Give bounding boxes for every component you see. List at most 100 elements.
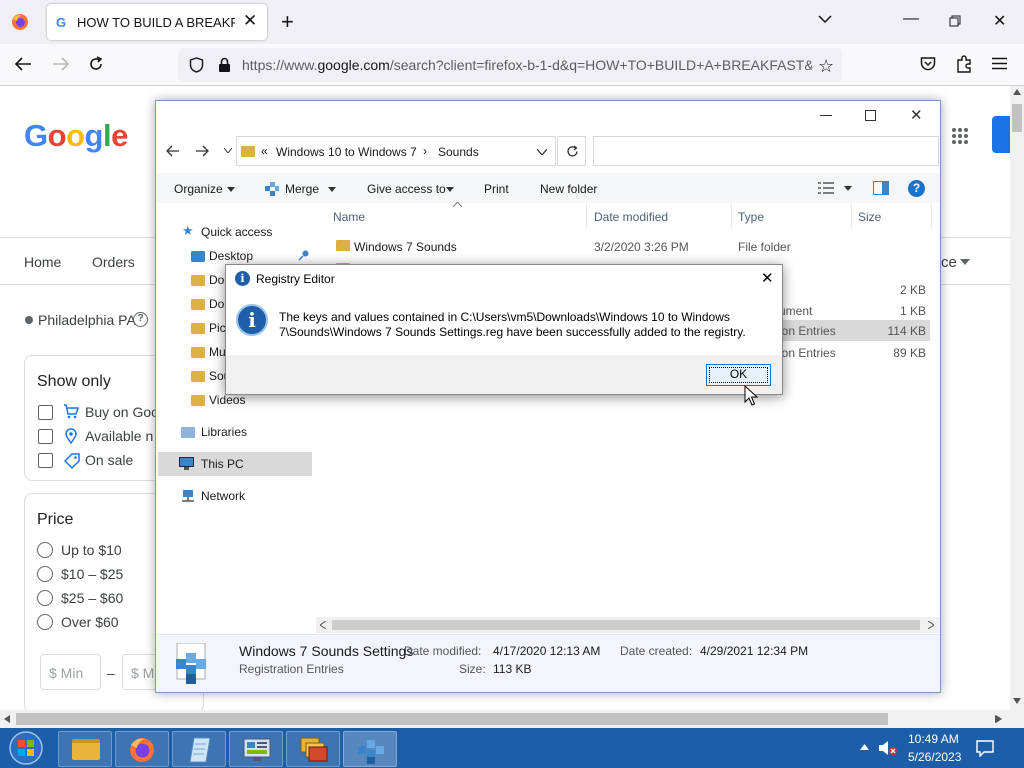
- breadcrumb-windows-10-to-windows-7[interactable]: Windows 10 to Windows 7: [276, 145, 417, 159]
- browser-vertical-scrollbar[interactable]: [1010, 86, 1024, 710]
- bookmark-star-icon[interactable]: ☆: [818, 56, 834, 77]
- google-apps-grid-icon[interactable]: [951, 127, 969, 145]
- show-hidden-icons-arrow-icon[interactable]: [860, 744, 869, 750]
- volume-muted-icon[interactable]: [878, 740, 898, 756]
- browser-restore-icon[interactable]: [949, 15, 961, 27]
- buy-on-google-checkbox[interactable]: [38, 405, 53, 420]
- available-nearby-checkbox[interactable]: [38, 429, 53, 444]
- price-min-input[interactable]: $ Min: [40, 654, 101, 690]
- browser-close-icon[interactable]: ✕: [993, 11, 1006, 31]
- organize-button[interactable]: Organize: [174, 182, 223, 196]
- taskbar-control-panel-button[interactable]: [229, 731, 283, 767]
- url-text[interactable]: https://www.google.com/search?client=fir…: [242, 57, 812, 73]
- taskbar-file-explorer-button[interactable]: [58, 731, 112, 767]
- on-sale-label[interactable]: On sale: [85, 452, 133, 468]
- explorer-back-arrow-icon[interactable]: [166, 145, 180, 157]
- taskbar-notepad-button[interactable]: [172, 731, 226, 767]
- preview-pane-icon[interactable]: [873, 181, 889, 195]
- explorer-refresh-button[interactable]: [557, 136, 586, 166]
- file-list-horizontal-scrollbar[interactable]: [316, 617, 940, 633]
- price-10-25-radio[interactable]: [37, 566, 53, 582]
- help-icon[interactable]: ?: [908, 180, 925, 197]
- browser-horizontal-scrollbar[interactable]: [0, 710, 1010, 728]
- nav-quick-access[interactable]: Quick access: [201, 225, 272, 239]
- buy-on-google-label[interactable]: Buy on Goo: [85, 404, 159, 420]
- merge-registry-icon[interactable]: [264, 181, 280, 197]
- back-arrow-icon[interactable]: [14, 56, 32, 72]
- list-all-tabs-chevron-icon[interactable]: [818, 14, 832, 24]
- merge-caret-icon[interactable]: [328, 187, 336, 192]
- price-25-60-radio[interactable]: [37, 590, 53, 606]
- recent-locations-chevron-icon[interactable]: [224, 148, 232, 153]
- firefox-logo-icon[interactable]: [11, 13, 29, 31]
- breadcrumb-overflow[interactable]: «: [261, 144, 268, 158]
- pocket-icon[interactable]: [920, 56, 936, 72]
- column-header-name[interactable]: Name: [333, 210, 365, 224]
- location-text[interactable]: Philadelphia PA: [38, 312, 136, 328]
- on-sale-checkbox[interactable]: [38, 453, 53, 468]
- nav-downloads[interactable]: Do: [209, 297, 224, 311]
- file-row[interactable]: Windows 7 Sounds 3/2/2020 3:26 PM File f…: [322, 235, 930, 257]
- explorer-maximize-icon[interactable]: [865, 110, 876, 121]
- available-nearby-label[interactable]: Available n: [85, 428, 153, 444]
- vertical-scroll-thumb[interactable]: [1012, 104, 1022, 132]
- file-scroll-right-icon[interactable]: [928, 621, 934, 629]
- start-button-icon[interactable]: [7, 730, 45, 766]
- column-header-type[interactable]: Type: [738, 210, 764, 224]
- ok-button[interactable]: OK: [706, 364, 771, 386]
- merge-button[interactable]: Merge: [285, 182, 319, 196]
- address-dropdown-chevron-icon[interactable]: [537, 149, 547, 155]
- nav-dropdown-caret-icon[interactable]: [960, 259, 970, 265]
- location-help-icon[interactable]: ?: [133, 312, 148, 327]
- column-header-date-modified[interactable]: Date modified: [594, 210, 668, 224]
- tracking-protection-shield-icon[interactable]: [189, 57, 204, 73]
- file-scroll-thumb[interactable]: [332, 620, 920, 630]
- sign-in-button-edge[interactable]: [992, 116, 1012, 153]
- nav-this-pc-selected[interactable]: This PC: [158, 452, 312, 476]
- nav-this-pc[interactable]: This PC: [201, 457, 244, 471]
- horizontal-scroll-thumb[interactable]: [16, 713, 888, 725]
- browser-minimize-icon[interactable]: —: [903, 10, 919, 28]
- scroll-left-arrow-icon[interactable]: [4, 715, 10, 723]
- hamburger-menu-icon[interactable]: [992, 57, 1007, 70]
- nav-orders-tab[interactable]: Orders: [92, 254, 135, 270]
- change-view-icon[interactable]: [818, 182, 834, 194]
- explorer-forward-arrow-icon[interactable]: [195, 145, 209, 157]
- price-up-to-10-label[interactable]: Up to $10: [61, 542, 122, 558]
- change-view-caret-icon[interactable]: [844, 186, 852, 191]
- url-bar[interactable]: https://www.google.com/search?client=fir…: [178, 48, 842, 82]
- browser-tab[interactable]: G HOW TO BUILD A BREAKFAST ✕: [47, 4, 267, 40]
- price-10-25-label[interactable]: $10 – $25: [61, 566, 123, 582]
- forward-arrow-icon[interactable]: [52, 56, 70, 72]
- taskbar-firefox-button[interactable]: [115, 731, 169, 767]
- nav-network[interactable]: Network: [201, 489, 245, 503]
- nav-home-tab[interactable]: Home: [24, 254, 61, 270]
- explorer-address-bar[interactable]: « Windows 10 to Windows 7 › Sounds: [236, 136, 556, 166]
- new-tab-plus-icon[interactable]: +: [281, 9, 294, 35]
- nav-libraries[interactable]: Libraries: [201, 425, 247, 439]
- clock-time[interactable]: 10:49 AM: [908, 732, 959, 746]
- file-scroll-left-icon[interactable]: [320, 621, 326, 629]
- give-access-caret-icon[interactable]: [446, 187, 454, 192]
- scroll-down-arrow-icon[interactable]: [1013, 698, 1021, 704]
- dialog-close-icon[interactable]: ✕: [761, 269, 774, 287]
- google-logo[interactable]: Google: [24, 118, 128, 154]
- price-over-60-label[interactable]: Over $60: [61, 614, 119, 630]
- padlock-icon[interactable]: [218, 57, 231, 73]
- scroll-right-corner-arrow-icon[interactable]: [995, 715, 1001, 723]
- reload-icon[interactable]: [88, 56, 104, 72]
- scroll-up-arrow-icon[interactable]: [1013, 89, 1021, 95]
- clock-date[interactable]: 5/26/2023: [908, 750, 961, 764]
- nav-partial-tab[interactable]: ce: [941, 254, 957, 271]
- column-header-size[interactable]: Size: [858, 210, 881, 224]
- price-up-to-10-radio[interactable]: [37, 542, 53, 558]
- explorer-minimize-icon[interactable]: [820, 115, 832, 116]
- organize-caret-icon[interactable]: [227, 187, 235, 192]
- price-over-60-radio[interactable]: [37, 614, 53, 630]
- new-folder-button[interactable]: New folder: [540, 182, 597, 196]
- explorer-close-icon[interactable]: ✕: [910, 106, 923, 124]
- nav-desktop[interactable]: Desktop: [209, 249, 253, 263]
- extensions-puzzle-icon[interactable]: [956, 55, 972, 73]
- taskbar-registry-editor-button[interactable]: [343, 731, 397, 767]
- nav-documents[interactable]: Do: [209, 273, 224, 287]
